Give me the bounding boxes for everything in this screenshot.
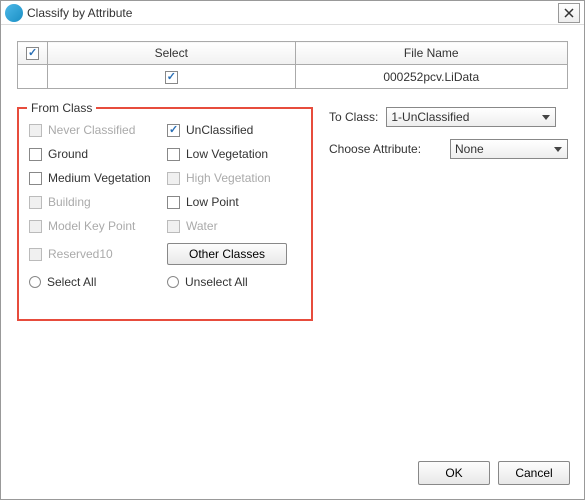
table-row: 000252pcv.LiData	[18, 65, 568, 89]
from-class-item: Water	[167, 219, 301, 233]
select-all-label: Select All	[47, 275, 96, 289]
class-checkbox	[29, 248, 42, 261]
from-class-item: Low Vegetation	[167, 147, 301, 161]
other-classes-cell: Other Classes	[167, 243, 301, 265]
class-label: Medium Vegetation	[48, 171, 151, 185]
ok-button[interactable]: OK	[418, 461, 490, 485]
to-class-label: To Class:	[329, 110, 378, 124]
from-class-item: Medium Vegetation	[29, 171, 163, 185]
choose-attribute-label: Choose Attribute:	[329, 142, 421, 156]
class-label: Low Vegetation	[186, 147, 268, 161]
app-logo-icon	[5, 4, 23, 22]
select-all-cell: Select All	[29, 275, 163, 289]
choose-attribute-value: None	[455, 142, 484, 156]
unselect-all-cell: Unselect All	[167, 275, 301, 289]
dialog-window: Classify by Attribute Select File Name	[0, 0, 585, 500]
cancel-button[interactable]: Cancel	[498, 461, 570, 485]
class-label: Never Classified	[48, 123, 135, 137]
class-checkbox[interactable]	[167, 196, 180, 209]
from-class-item: Model Key Point	[29, 219, 163, 233]
from-class-item: UnClassified	[167, 123, 301, 137]
select-all-files-checkbox[interactable]	[26, 47, 39, 60]
close-button[interactable]	[558, 3, 580, 23]
class-checkbox[interactable]	[167, 148, 180, 161]
row-select-checkbox[interactable]	[165, 71, 178, 84]
from-class-item: High Vegetation	[167, 171, 301, 185]
class-checkbox[interactable]	[29, 172, 42, 185]
row-filename: 000252pcv.LiData	[295, 65, 568, 89]
file-table: Select File Name 000252pcv.LiData	[17, 41, 568, 89]
class-label: Model Key Point	[48, 219, 135, 233]
unselect-all-radio[interactable]	[167, 276, 179, 288]
from-class-item: Never Classified	[29, 123, 163, 137]
dialog-title: Classify by Attribute	[27, 6, 558, 20]
right-panel: To Class: 1-UnClassified Choose Attribut…	[329, 107, 568, 321]
from-class-item: Low Point	[167, 195, 301, 209]
class-label: UnClassified	[186, 123, 253, 137]
class-checkbox[interactable]	[29, 148, 42, 161]
footer: OK Cancel	[418, 461, 570, 485]
class-checkbox[interactable]	[167, 124, 180, 137]
class-label: Ground	[48, 147, 88, 161]
class-label: Water	[186, 219, 218, 233]
from-class-item: Ground	[29, 147, 163, 161]
class-checkbox	[167, 220, 180, 233]
class-label: Building	[48, 195, 91, 209]
class-checkbox	[29, 124, 42, 137]
header-checkbox-cell	[18, 42, 48, 65]
class-checkbox	[29, 220, 42, 233]
class-checkbox	[29, 196, 42, 209]
from-class-legend: From Class	[27, 101, 96, 115]
class-label: High Vegetation	[186, 171, 271, 185]
other-classes-button[interactable]: Other Classes	[167, 243, 287, 265]
close-icon	[564, 8, 574, 18]
from-class-item: Building	[29, 195, 163, 209]
from-class-item: Reserved10	[29, 243, 163, 265]
unselect-all-label: Unselect All	[185, 275, 248, 289]
header-filename: File Name	[295, 42, 568, 65]
header-select: Select	[48, 42, 296, 65]
titlebar: Classify by Attribute	[1, 1, 584, 25]
select-all-radio[interactable]	[29, 276, 41, 288]
to-class-select[interactable]: 1-UnClassified	[386, 107, 556, 127]
to-class-value: 1-UnClassified	[391, 110, 469, 124]
class-label: Reserved10	[48, 247, 113, 261]
class-checkbox	[167, 172, 180, 185]
content-area: Select File Name 000252pcv.LiData From C…	[1, 25, 584, 337]
from-class-group: From Class Never ClassifiedUnClassifiedG…	[17, 107, 313, 321]
class-label: Low Point	[186, 195, 239, 209]
choose-attribute-select[interactable]: None	[450, 139, 568, 159]
